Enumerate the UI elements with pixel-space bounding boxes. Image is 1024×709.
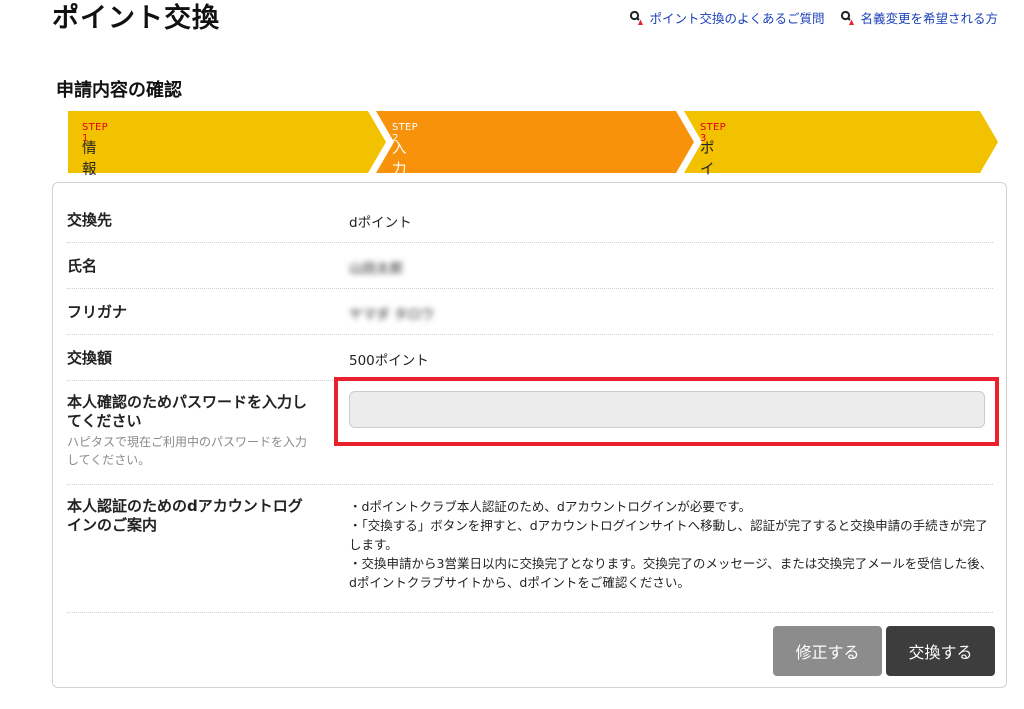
- search-person-icon: [841, 10, 855, 25]
- row-value: dポイント: [349, 215, 412, 231]
- step-indicator: STEP 1 情報入力 STEP 2 入力情報確認 STEP 3 ポイント交換申…: [68, 111, 998, 346]
- row-label: 交換額: [67, 349, 113, 367]
- password-help: ハピタスで現在ご利用中のパスワードを入力してください。: [67, 435, 308, 467]
- row-value: 500ポイント: [349, 353, 429, 369]
- edit-button[interactable]: 修正する: [773, 626, 882, 676]
- row-furigana: フリガナ ヤマダ タロウ: [67, 289, 993, 335]
- name-change-link-label: 名義変更を希望される方: [860, 11, 998, 26]
- row-amount: 交換額 500ポイント: [67, 335, 993, 381]
- row-d-account-guide: 本人認証のためのdアカウントログインのご案内 ・dポイントクラブ本人認証のため、…: [67, 485, 993, 613]
- row-label: 氏名: [67, 257, 98, 275]
- guide-label: 本人認証のためのdアカウントログインのご案内: [67, 497, 303, 534]
- password-label: 本人確認のためパスワードを入力してください: [67, 393, 308, 430]
- top-links: ポイント交換のよくあるご質問 名義変更を希望される方: [629, 8, 998, 27]
- password-input[interactable]: [349, 391, 985, 428]
- row-label: 交換先: [67, 211, 113, 229]
- row-exchange-destination: 交換先 dポイント: [67, 197, 993, 243]
- search-person-icon: [630, 10, 644, 25]
- row-label: フリガナ: [67, 303, 128, 321]
- faq-link-label: ポイント交換のよくあるご質問: [649, 11, 825, 26]
- row-value: ヤマダ タロウ: [349, 307, 435, 323]
- faq-link[interactable]: ポイント交換のよくあるご質問: [629, 8, 824, 27]
- section-title: 申請内容の確認: [56, 80, 182, 101]
- row-name: 氏名 山田太郎: [67, 243, 993, 289]
- page-title: ポイント交換: [52, 3, 220, 34]
- row-value: 山田太郎: [349, 261, 403, 277]
- guide-text: ・dポイントクラブ本人認証のため、dアカウントログインが必要です。 ・「交換する…: [349, 499, 993, 590]
- name-change-link[interactable]: 名義変更を希望される方: [840, 8, 998, 27]
- confirmation-card: 交換先 dポイント 氏名 山田太郎 フリガナ ヤマダ タロウ 交換額 500ポイ…: [52, 182, 1007, 688]
- exchange-button[interactable]: 交換する: [886, 626, 995, 676]
